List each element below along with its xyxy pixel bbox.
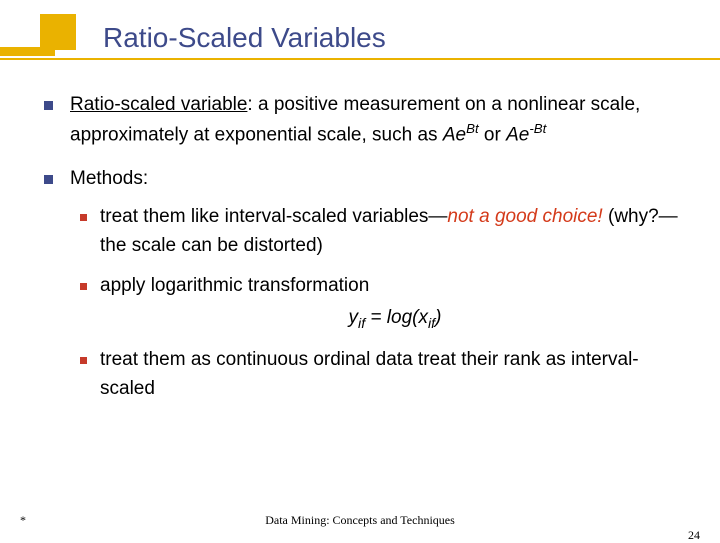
s1-warning: not a good choice! (447, 206, 602, 227)
sub-log-transform: apply logarithmic transformation yif = l… (70, 271, 690, 335)
formula: yif = log(xif) (100, 303, 690, 335)
bullet-methods: Methods: treat them like interval-scaled… (44, 164, 690, 404)
slide-content: Ratio-scaled variable: a positive measur… (44, 90, 690, 418)
methods-label: Methods: (70, 168, 148, 189)
page-number: 24 (688, 528, 700, 543)
s1-text-a: treat them like interval-scaled variable… (100, 206, 447, 227)
exp-a-sup: Bt (466, 121, 479, 136)
footer-center: Data Mining: Concepts and Techniques (0, 513, 720, 528)
sub-ordinal: treat them as continuous ordinal data tr… (70, 345, 690, 404)
or-text: or (479, 125, 506, 146)
exp-b-sup: -Bt (529, 121, 546, 136)
exp-b-base: Ae (506, 125, 529, 146)
bullet-definition: Ratio-scaled variable: a positive measur… (44, 90, 690, 150)
term-ratio-scaled: Ratio-scaled variable (70, 94, 247, 115)
formula-right: ) (435, 307, 441, 328)
exp-a-base: Ae (443, 125, 466, 146)
decor-underline (0, 58, 720, 60)
formula-mid: = log(x (365, 307, 428, 328)
footer-left: * (20, 513, 26, 528)
formula-y: y (349, 307, 359, 328)
s3-text: treat them as continuous ordinal data tr… (100, 349, 639, 399)
footer: * Data Mining: Concepts and Techniques 2… (0, 513, 720, 528)
slide-title: Ratio-Scaled Variables (103, 22, 386, 54)
s2-text: apply logarithmic transformation (100, 275, 369, 296)
decor-bar (0, 47, 55, 56)
sub-interval-scaled: treat them like interval-scaled variable… (70, 202, 690, 261)
decor-square (40, 14, 76, 50)
